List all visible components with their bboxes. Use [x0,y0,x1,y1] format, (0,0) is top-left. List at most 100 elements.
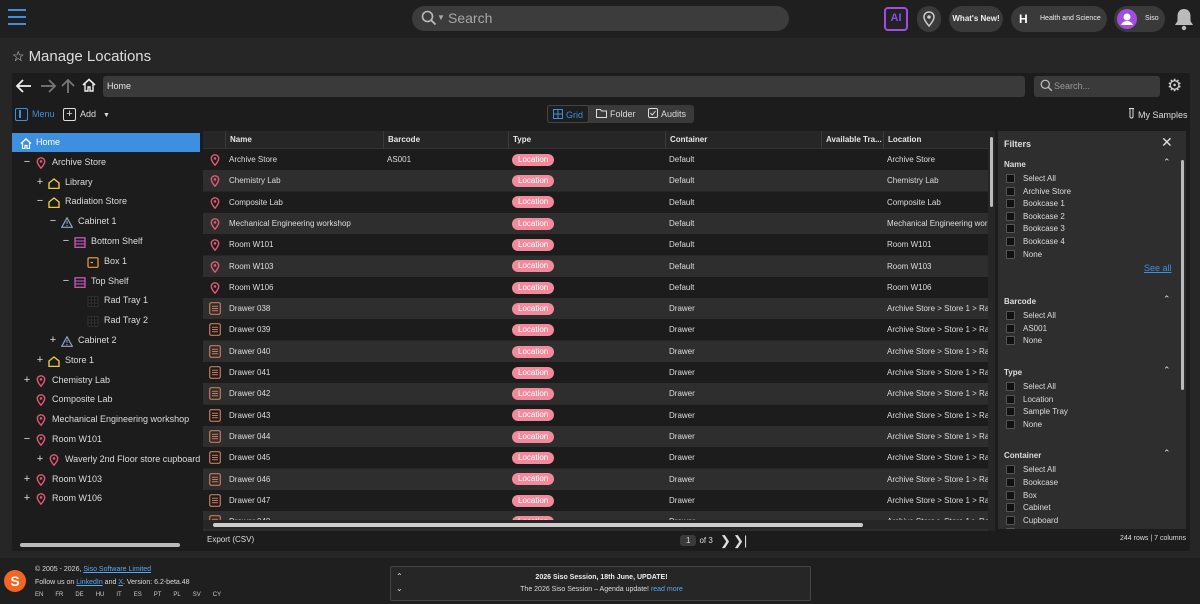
favourite-star-icon[interactable]: ☆ [12,48,25,64]
add-button[interactable]: + Add ▼ [63,107,110,123]
chevron-up-icon[interactable]: ⌃ [1163,365,1171,376]
table-row[interactable]: Mechanical Engineering workshop Location D… [203,212,995,234]
checkbox[interactable] [1006,394,1015,404]
column-header[interactable]: Barcode [383,131,508,149]
tree-item[interactable]: − Room W101 [12,430,200,449]
tree-item[interactable]: + Room W103 [12,470,200,489]
tree-item[interactable]: + Room W106 [12,489,200,508]
tree-item[interactable]: − Archive Store [12,153,200,172]
checkbox[interactable] [1006,528,1015,529]
location-pin-button[interactable] [917,6,941,32]
table-row[interactable]: Drawer 038 Location Drawer Archive Store > … [203,298,995,320]
checkbox[interactable] [1006,186,1015,196]
checkbox[interactable] [1006,224,1015,234]
tree-item[interactable]: − Cabinet 1 [12,212,200,231]
tree-item[interactable]: + Waverly 2nd Floor store cupboard [12,450,200,469]
tree-item[interactable]: + Cabinet 2 [12,331,200,350]
checkbox[interactable] [1006,311,1015,321]
up-arrow-icon[interactable] [61,78,75,97]
expand-plus-icon[interactable]: + [22,371,32,390]
collapse-minus-icon[interactable]: − [22,430,32,449]
tree-item[interactable]: Composite Lab [12,390,200,409]
table-row[interactable]: Room W106 Location Default Room W106 [203,276,995,298]
table-row[interactable]: Drawer 039 Location Drawer Archive Store > … [203,319,995,341]
ai-button[interactable]: AI [884,7,908,31]
tree-item[interactable]: − Radiation Store [12,192,200,211]
language-option[interactable]: EN [35,592,43,598]
tree-item[interactable]: − Top Shelf [12,272,200,291]
checkbox[interactable] [1006,211,1015,221]
linkedin-link[interactable]: LinkedIn [76,579,102,586]
grid-horizontal-scrollbar[interactable] [203,520,995,529]
company-link[interactable]: Siso Software Limited [83,566,151,573]
chevron-up-icon[interactable]: ⌃ [1163,448,1171,459]
checkbox[interactable] [1006,490,1015,500]
language-option[interactable]: IT [116,592,121,598]
expand-plus-icon[interactable]: + [35,173,45,192]
table-row[interactable]: Drawer 041 Location Drawer Archive Store > … [203,362,995,383]
table-row[interactable]: Drawer 045 Location Drawer Archive Store > … [203,447,995,469]
column-header[interactable]: Available Tra... [821,131,883,149]
table-row[interactable]: Archive Store AS001 Location Default Archive… [203,149,995,170]
tree-item[interactable]: − Bottom Shelf [12,232,200,251]
language-option[interactable]: SV [193,592,201,598]
collapse-minus-icon[interactable]: − [22,153,32,172]
tree-item[interactable]: + Library [12,173,200,192]
whats-new-button[interactable]: What's New! [949,6,1003,32]
last-page-icon[interactable]: ❯| [733,533,747,548]
checkbox[interactable] [1006,323,1015,333]
close-icon[interactable]: ✕ [1161,134,1173,151]
page-number-input[interactable]: 1 [680,535,697,547]
checkbox[interactable] [1006,503,1015,513]
search-scope-caret-icon[interactable]: ▼ [437,13,445,22]
grid-vertical-scrollbar[interactable] [988,131,995,531]
export-csv-link[interactable]: Export (CSV) [207,535,254,544]
view-grid-button[interactable]: Grid [547,105,590,123]
tree-item[interactable]: Mechanical Engineering workshop [12,410,200,429]
expand-plus-icon[interactable]: + [48,331,58,350]
language-option[interactable]: CY [213,592,221,598]
global-search[interactable]: ▼ Search [412,6,789,31]
view-audits-button[interactable]: Audits [643,105,691,123]
checkbox[interactable] [1006,478,1015,487]
language-option[interactable]: PL [173,592,180,598]
table-row[interactable]: Drawer 043 Location Drawer Archive Store > … [203,404,995,426]
hamburger-menu-icon[interactable] [8,9,26,27]
user-menu[interactable]: Siso [1114,6,1165,32]
collapse-minus-icon[interactable]: − [35,192,45,211]
checkbox[interactable] [1006,237,1015,246]
view-folder-button[interactable]: Folder [591,105,641,123]
collapse-minus-icon[interactable]: − [61,272,71,291]
tree-item[interactable]: + Chemistry Lab [12,371,200,390]
menu-toggle-button[interactable]: Menu [15,107,55,122]
table-row[interactable]: Drawer 040 Location Drawer Archive Store > … [203,340,995,362]
location-path-breadcrumb[interactable]: Home [103,76,1025,97]
table-row[interactable]: Drawer 042 Location Drawer Archive Store > … [203,383,995,405]
organisation-switcher[interactable]: H Health and Science [1011,6,1107,32]
expand-plus-icon[interactable]: + [35,351,45,370]
tree-item[interactable]: + Store 1 [12,351,200,370]
checkbox[interactable] [1006,382,1015,391]
chevron-up-icon[interactable]: ⌃ [1163,157,1171,168]
checkbox[interactable] [1006,249,1015,259]
collapse-minus-icon[interactable]: − [61,232,71,251]
language-option[interactable]: ES [134,592,142,598]
language-option[interactable]: PT [154,592,162,598]
table-row[interactable]: Drawer 046 Location Drawer Archive Store > … [203,468,995,490]
table-row[interactable]: Room W101 Location Default Room W101 [203,234,995,256]
language-option[interactable]: FR [55,592,63,598]
checkbox[interactable] [1006,465,1015,475]
my-samples-button[interactable]: My Samples [1128,108,1188,120]
notifications-bell-icon[interactable] [1173,7,1195,31]
expand-plus-icon[interactable]: + [22,489,32,508]
read-more-link[interactable]: read more [651,586,683,593]
forward-arrow-icon[interactable] [39,78,57,97]
next-page-icon[interactable]: ❯ [720,533,731,548]
tree-horizontal-scrollbar[interactable] [12,542,200,548]
checkbox[interactable] [1006,174,1015,183]
gear-icon[interactable]: ⚙ [1167,77,1182,95]
checkbox[interactable] [1006,199,1015,209]
column-header[interactable]: Location [883,131,995,149]
location-search-input[interactable]: Search... [1034,76,1160,97]
table-row[interactable]: Drawer 047 Location Drawer Archive Store > … [203,489,995,511]
